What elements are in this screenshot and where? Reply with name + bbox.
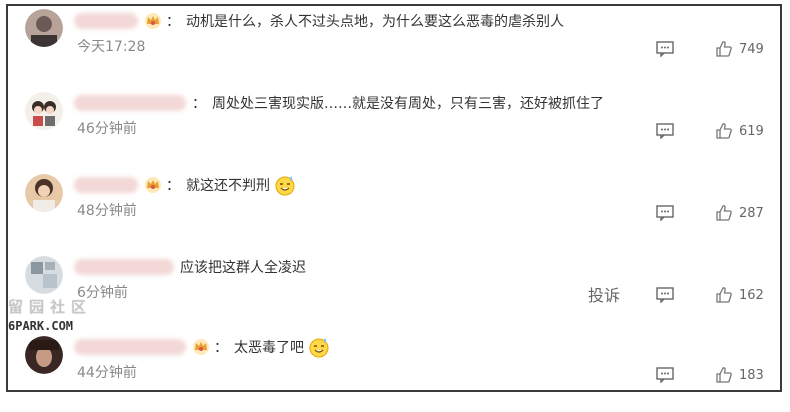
avatar[interactable] [25,256,63,294]
comment-text: 周处处三害现实版……就是没有周处，只有三害，还好被抓住了 [212,96,604,112]
comment-line: ： 太恶毒了吧 [74,336,330,358]
avatar[interactable] [25,174,63,212]
comment-time: 44分钟前 [77,365,137,381]
thumbs-up-icon [716,367,732,383]
reply-icon[interactable] [656,287,674,303]
like-button[interactable]: 749 [715,40,764,58]
reply-icon[interactable] [656,123,674,139]
avatar[interactable] [25,9,63,47]
like-count: 162 [739,287,764,303]
crown-badge-icon [145,13,161,29]
crown-badge-icon [193,339,209,355]
comment-line: 应该把这群人全凌迟 [74,256,306,278]
username[interactable] [74,95,186,111]
thumbs-up-icon [716,205,732,221]
comment-list: ： 动机是什么，杀人不过头点地，为什么要这么恶毒的虐杀别人 今天17:28 74… [6,4,782,392]
like-button[interactable]: 162 [715,286,764,304]
thumbs-up-icon [716,287,732,303]
report-button[interactable]: 投诉 [588,282,620,306]
like-count: 619 [739,123,764,139]
like-count: 287 [739,205,764,221]
comment-item: ： 周处处三害现实版……就是没有周处，只有三害，还好被抓住了 46分钟前 619 [8,88,780,168]
username[interactable] [74,259,174,275]
comment-line: ： 周处处三害现实版……就是没有周处，只有三害，还好被抓住了 [74,92,604,114]
watermark-title: 留园社区 [8,298,93,316]
like-count: 749 [739,41,764,57]
avatar[interactable] [25,336,63,374]
comment-time: 48分钟前 [77,203,137,219]
comment-text: 就这还不判刑 [186,178,270,194]
comment-line: ： 动机是什么，杀人不过头点地，为什么要这么恶毒的虐杀别人 [74,10,564,32]
like-button[interactable]: 619 [715,122,764,140]
comment-text: 动机是什么，杀人不过头点地，为什么要这么恶毒的虐杀别人 [186,14,564,30]
sweat-smile-emoji-icon [275,176,295,196]
comment-item: ： 就这还不判刑 48分钟前 287 [8,170,780,250]
like-button[interactable]: 287 [715,204,764,222]
reply-icon[interactable] [656,205,674,221]
username[interactable] [74,177,138,193]
site-watermark: 留园社区 6PARK.COM [8,296,98,340]
crown-badge-icon [145,177,161,193]
reply-icon[interactable] [656,367,674,383]
username[interactable] [74,339,186,355]
comment-line: ： 就这还不判刑 [74,174,296,196]
watermark-domain: 6PARK.COM [8,319,74,333]
sweat-smile-emoji-icon [309,338,329,358]
comment-text: 应该把这群人全凌迟 [180,260,306,276]
comment-item: 应该把这群人全凌迟 6分钟前 投诉 162 [8,252,780,332]
comment-item: ： 动机是什么，杀人不过头点地，为什么要这么恶毒的虐杀别人 今天17:28 74… [8,6,780,86]
avatar[interactable] [25,92,63,130]
thumbs-up-icon [716,41,732,57]
thumbs-up-icon [716,123,732,139]
reply-icon[interactable] [656,41,674,57]
like-count: 183 [739,367,764,383]
comment-text: 太恶毒了吧 [234,340,304,356]
comment-time: 46分钟前 [77,121,137,137]
comment-time: 今天17:28 [77,39,146,55]
comment-item: ： 太恶毒了吧 44分钟前 183 [8,332,780,412]
username[interactable] [74,13,138,29]
like-button[interactable]: 183 [715,366,764,384]
